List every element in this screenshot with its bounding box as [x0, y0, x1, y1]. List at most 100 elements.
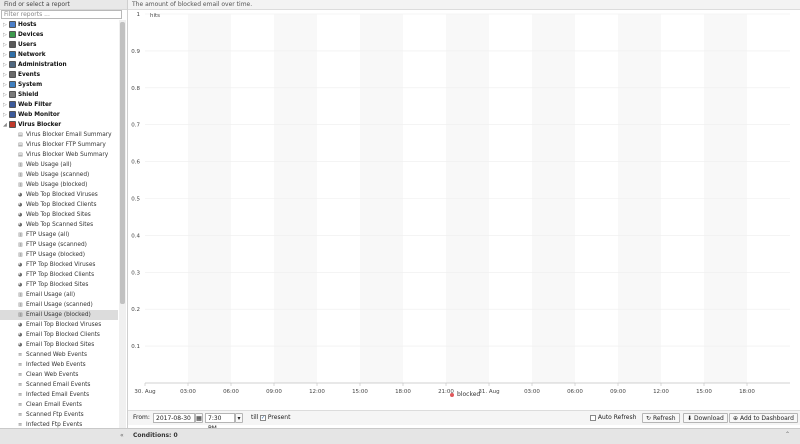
tree-report-item[interactable]: ▥ FTP Usage (scanned) [0, 240, 118, 250]
expand-toggle-icon[interactable]: « [120, 432, 124, 439]
present-checkbox-group[interactable]: ✓ Present [260, 413, 290, 423]
tree-report-item[interactable]: ≡ Clean Web Events [0, 370, 118, 380]
tree-category[interactable]: ▷ Events [0, 70, 118, 80]
tree-report-item[interactable]: ≡ Scanned Email Events [0, 380, 118, 390]
refresh-button[interactable]: ↻ Refresh [642, 413, 680, 423]
tree-report-item[interactable]: ◕ Web Top Blocked Clients [0, 200, 118, 210]
tree-category[interactable]: ▷ Administration [0, 60, 118, 70]
doc-report-icon: ▤ [18, 132, 23, 138]
tree-report-item[interactable]: ≡ Infected Email Events [0, 390, 118, 400]
expand-arrow-icon[interactable]: ▷ [3, 100, 7, 110]
tree-report-item[interactable]: ◕ Email Top Blocked Viruses [0, 320, 118, 330]
tree-report-item[interactable]: ▥ Email Usage (all) [0, 290, 118, 300]
chart-report-icon: ▥ [18, 242, 23, 248]
y-tick-label: 0.4 [131, 233, 140, 239]
expand-arrow-icon[interactable]: ▷ [3, 90, 7, 100]
tree-item-label: FTP Usage (all) [26, 232, 70, 238]
expand-arrow-icon[interactable]: ▷ [3, 50, 7, 60]
y-tick-label: 0.9 [131, 49, 140, 55]
date-field[interactable]: 2017-08-30 [153, 413, 195, 423]
category-icon [9, 31, 16, 38]
pie-report-icon: ◕ [18, 272, 23, 278]
refresh-icon: ↻ [646, 415, 652, 422]
download-button[interactable]: ⬇ Download [683, 413, 728, 423]
list-report-icon: ≡ [18, 362, 23, 368]
list-report-icon: ≡ [18, 412, 23, 418]
tree-report-item[interactable]: ◕ Web Top Scanned Sites [0, 220, 118, 230]
refresh-button-label: Refresh [652, 415, 676, 422]
tree-report-item[interactable]: ▥ Web Usage (blocked) [0, 180, 118, 190]
tree-category[interactable]: ▷ System [0, 80, 118, 90]
tree-item-label: Web Filter [18, 102, 52, 108]
tree-report-item[interactable]: ▥ FTP Usage (all) [0, 230, 118, 240]
tree-report-item[interactable]: ▤ Virus Blocker FTP Summary [0, 140, 118, 150]
tree-report-item[interactable]: ≡ Infected Web Events [0, 360, 118, 370]
timeline-chart: 0.1 0.2 0.3 0.4 0.5 0.6 0.7 0.8 0.9 1 hits 30. Aug 0… [131, 12, 790, 395]
expand-arrow-icon[interactable]: ▷ [3, 70, 7, 80]
y-tick-label: 0.1 [131, 344, 140, 350]
x-tick-label: 09:00 [610, 389, 626, 395]
tree-category[interactable]: ▷ Shield [0, 90, 118, 100]
tree-report-item[interactable]: ◕ FTP Top Blocked Viruses [0, 260, 118, 270]
tree-report-item[interactable]: ◕ FTP Top Blocked Clients [0, 270, 118, 280]
x-tick-label: 30. Aug [134, 389, 155, 395]
scrollbar-thumb[interactable] [120, 22, 125, 304]
time-dropdown-icon[interactable]: ▾ [235, 413, 243, 423]
tree-item-label: Email Top Blocked Clients [26, 332, 100, 338]
y-tick-label: 0.8 [131, 86, 140, 92]
tree-item-label: FTP Top Blocked Viruses [26, 262, 96, 268]
auto-refresh-label: Auto Refresh [597, 414, 637, 421]
tree-report-item[interactable]: ▥ FTP Usage (blocked) [0, 250, 118, 260]
auto-refresh-checkbox[interactable] [590, 414, 596, 421]
tree-report-item[interactable]: ▥ Email Usage (blocked) [0, 310, 118, 320]
pie-report-icon: ◕ [18, 282, 23, 288]
collapse-arrow-icon[interactable]: ◢ [3, 120, 7, 130]
expand-arrow-icon[interactable]: ▷ [3, 30, 7, 40]
expand-arrow-icon[interactable]: ▷ [3, 20, 7, 30]
tree-item-label: Network [18, 52, 46, 58]
tree-category[interactable]: ▷ Devices [0, 30, 118, 40]
add-to-dashboard-button[interactable]: ⊕ Add to Dashboard [729, 413, 798, 423]
tree-category[interactable]: ▷ Web Filter [0, 100, 118, 110]
report-description: The amount of blocked email over time. [128, 0, 800, 10]
tree-report-item[interactable]: ▥ Web Usage (scanned) [0, 170, 118, 180]
tree-report-item[interactable]: ≡ Scanned Web Events [0, 350, 118, 360]
expand-arrow-icon[interactable]: ▷ [3, 60, 7, 70]
tree-category[interactable]: ◢ Virus Blocker [0, 120, 118, 130]
tree-category[interactable]: ▷ Hosts [0, 20, 118, 30]
expand-arrow-icon[interactable]: ▷ [3, 40, 7, 50]
auto-refresh-group[interactable]: Auto Refresh [590, 413, 636, 423]
tree-report-item[interactable]: ▤ Virus Blocker Web Summary [0, 150, 118, 160]
tree-report-item[interactable]: ▤ Virus Blocker Email Summary [0, 130, 118, 140]
tree-report-item[interactable]: ◕ Email Top Blocked Clients [0, 330, 118, 340]
filter-reports-input[interactable] [1, 10, 122, 19]
tree-scrollbar[interactable] [119, 20, 126, 443]
tree-category[interactable]: ▷ Network [0, 50, 118, 60]
tree-category[interactable]: ▷ Web Monitor [0, 110, 118, 120]
y-tick-label: 0.5 [131, 197, 140, 203]
expand-arrow-icon[interactable]: ▷ [3, 80, 7, 90]
category-icon [9, 91, 16, 98]
tree-report-item[interactable]: ◕ Email Top Blocked Sites [0, 340, 118, 350]
tree-report-item[interactable]: ◕ FTP Top Blocked Sites [0, 280, 118, 290]
chart-legend[interactable]: blocked [450, 391, 480, 398]
doc-report-icon: ▤ [18, 142, 23, 148]
expand-arrow-icon[interactable]: ▷ [3, 110, 7, 120]
calendar-icon[interactable]: ▦ [195, 413, 203, 423]
tree-category[interactable]: ▷ Users [0, 40, 118, 50]
chevron-up-icon[interactable]: ⌃ [785, 431, 790, 438]
tree-report-item[interactable]: ◕ Web Top Blocked Sites [0, 210, 118, 220]
conditions-panel[interactable]: « Conditions: 0 ⌃ [0, 428, 800, 444]
tree-item-label: Hosts [18, 22, 37, 28]
category-icon [9, 51, 16, 58]
time-field[interactable]: 7:30 PM [205, 413, 235, 432]
pie-report-icon: ◕ [18, 322, 23, 328]
list-report-icon: ≡ [18, 382, 23, 388]
tree-report-item[interactable]: ▥ Web Usage (all) [0, 160, 118, 170]
y-axis-title: hits [150, 13, 160, 19]
tree-report-item[interactable]: ◕ Web Top Blocked Viruses [0, 190, 118, 200]
tree-report-item[interactable]: ≡ Clean Email Events [0, 400, 118, 410]
present-checkbox[interactable]: ✓ [260, 414, 266, 421]
tree-report-item[interactable]: ≡ Scanned Ftp Events [0, 410, 118, 420]
tree-report-item[interactable]: ▥ Email Usage (scanned) [0, 300, 118, 310]
